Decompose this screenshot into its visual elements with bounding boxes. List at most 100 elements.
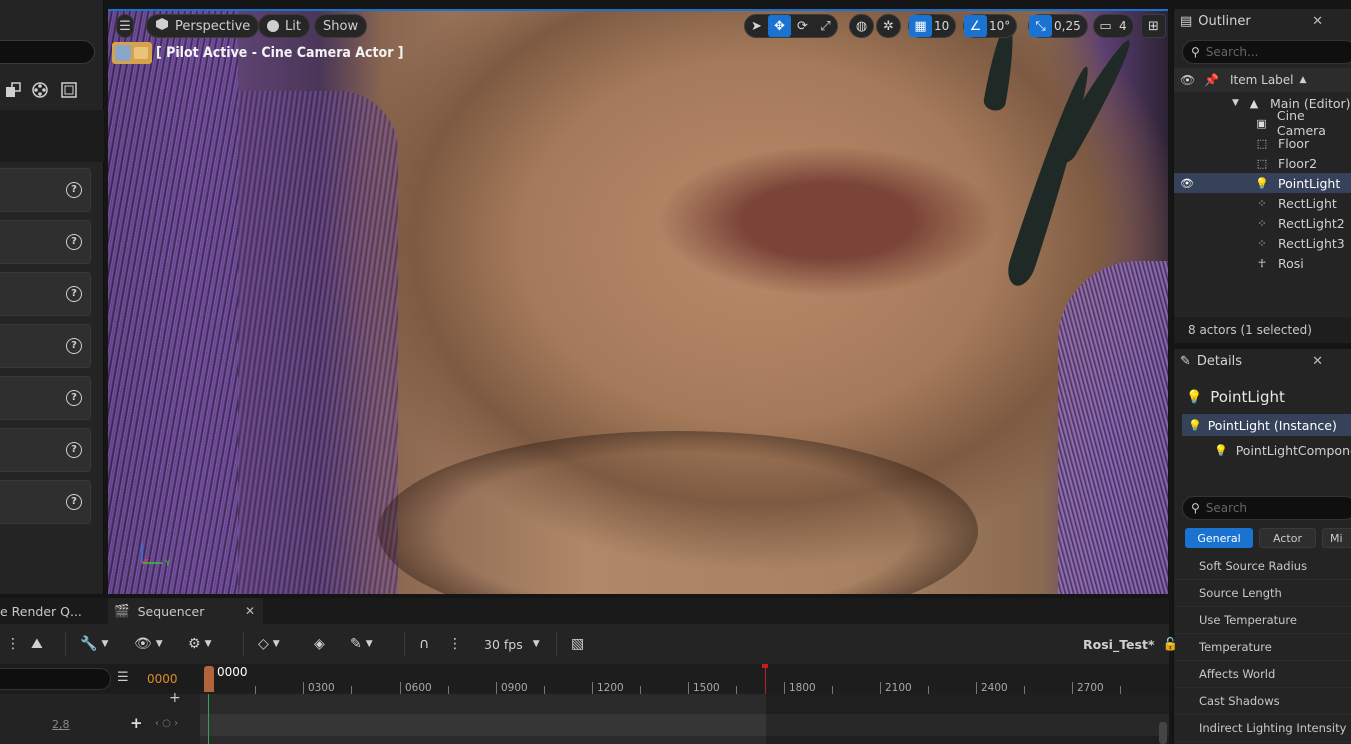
outliner-item[interactable]: ⁘ RectLight2 <box>1174 213 1351 233</box>
help-icon[interactable]: ? <box>66 442 82 458</box>
auto-key-icon[interactable]: ◈ <box>314 634 325 654</box>
curve-editor-icon[interactable]: ▧ <box>571 634 584 654</box>
scale-icon[interactable]: ⤢ <box>814 15 837 37</box>
left-panel-row[interactable]: ? <box>0 376 91 420</box>
expand-arrow-icon[interactable]: ▼ <box>1232 98 1246 108</box>
perspective-button[interactable]: Perspective <box>146 14 260 38</box>
film-reel-icon[interactable] <box>29 79 51 101</box>
property-row[interactable]: Cast Shadows <box>1174 688 1351 715</box>
actor-to-sequencer-icon[interactable]: ⛰ <box>31 634 43 654</box>
help-icon[interactable]: ? <box>66 182 82 198</box>
timeline-header-row: ☰ 0000 + 0000 0300 0600 0900 1200 1500 1… <box>0 664 1169 706</box>
playhead-handle[interactable] <box>204 666 214 692</box>
snap-icon[interactable] <box>2 79 24 101</box>
ruler-label: 2400 <box>981 682 1008 694</box>
outliner-tab[interactable]: ▤ Outliner ✕ <box>1174 9 1351 33</box>
property-row[interactable]: Soft Source Radius <box>1174 553 1351 580</box>
component-tree-selected[interactable]: 💡 PointLight (Instance) <box>1182 414 1351 436</box>
left-panel-row[interactable]: ? <box>0 480 91 524</box>
help-icon[interactable]: ? <box>66 286 82 302</box>
filter-tab-actor[interactable]: Actor <box>1259 528 1316 548</box>
details-search-input[interactable]: ⚲ Search <box>1182 496 1351 520</box>
component-tree-child[interactable]: 💡 PointLightComponen <box>1214 439 1351 461</box>
tab-sequencer[interactable]: 🎬 Sequencer ✕ <box>108 598 263 624</box>
visibility-header-icon[interactable]: 👁 <box>1180 73 1196 87</box>
filter-icon[interactable]: ☰ <box>117 670 129 685</box>
close-icon[interactable]: ✕ <box>1312 14 1323 29</box>
eject-pilot-icon[interactable] <box>112 42 152 64</box>
track-lane-area[interactable] <box>200 694 1169 744</box>
sequencer-toolbar: ⋮ ⛰ 🔧 ▼ 👁 ▼ ⚙ ▼ ◇ ▼ ◈ ✎ ▼ ∩ ⋮ 30 fps ▼ ▧… <box>0 624 1178 664</box>
filter-tab-misc[interactable]: Mi <box>1322 528 1351 548</box>
grid-snap-group[interactable]: ▦ 10 <box>908 14 957 38</box>
fps-dropdown[interactable]: 30 fps ▼ <box>484 634 540 654</box>
rotation-snap-group[interactable]: ∠ 10° <box>963 14 1018 38</box>
eye-icon[interactable]: 👁 ▼ <box>134 634 163 654</box>
help-icon[interactable]: ? <box>66 494 82 510</box>
left-panel-row[interactable]: ? <box>0 428 91 472</box>
property-row[interactable]: Use Temperature <box>1174 607 1351 634</box>
visibility-eye-icon[interactable]: 👁 <box>1180 177 1196 190</box>
add-key-icon[interactable]: + <box>130 714 143 732</box>
magnet-snap-icon[interactable]: ∩ <box>419 634 429 654</box>
time-ruler[interactable]: 0000 0300 0600 0900 1200 1500 1800 2100 … <box>200 664 1169 694</box>
select-cursor-icon[interactable]: ➤ <box>745 15 768 37</box>
left-panel-row[interactable]: ? <box>0 220 91 264</box>
outliner-column-header: 👁 📌 Item Label ▲ <box>1174 68 1351 92</box>
skeleton-icon: ☥ <box>1257 256 1267 270</box>
camera-speed-group[interactable]: ▭ 4 <box>1093 14 1134 38</box>
left-search-input[interactable] <box>0 40 95 64</box>
help-icon[interactable]: ? <box>66 390 82 406</box>
filter-tab-general[interactable]: General <box>1185 528 1253 548</box>
snap-options-icon[interactable]: ⋮ <box>448 634 462 654</box>
current-frame-field[interactable]: 0000 <box>147 672 178 686</box>
track-value[interactable]: 2,8 <box>52 718 70 731</box>
help-icon[interactable]: ? <box>66 234 82 250</box>
track-filter-input[interactable] <box>0 668 111 690</box>
add-track-icon[interactable]: + <box>169 690 181 706</box>
edit-pencil-icon[interactable]: ✎ ▼ <box>350 634 373 654</box>
key-diamond-icon[interactable]: ◇ ▼ <box>258 634 280 654</box>
show-button[interactable]: Show <box>314 14 368 38</box>
outliner-item[interactable]: ⁘ RectLight3 <box>1174 233 1351 253</box>
outliner-item[interactable]: ⁘ RectLight <box>1174 193 1351 213</box>
close-icon[interactable]: ✕ <box>245 604 255 618</box>
details-tab[interactable]: ✎ Details ✕ <box>1174 349 1351 373</box>
left-panel-row[interactable]: ? <box>0 272 91 316</box>
rotate-icon[interactable]: ⟳ <box>791 15 814 37</box>
lock-icon[interactable]: 🔓 <box>1162 636 1178 652</box>
viewport-menu-button[interactable]: ☰ <box>116 14 134 38</box>
outliner-item[interactable]: ⬚ Floor2 <box>1174 153 1351 173</box>
surface-snap-toggle[interactable]: ✲ <box>876 14 901 38</box>
property-row[interactable]: Indirect Lighting Intensity <box>1174 715 1351 742</box>
level-viewport[interactable]: ☰ Perspective Lit Show ➤ ✥ ⟳ ⤢ ◍ ✲ ▦ 10 … <box>108 9 1168 594</box>
more-options-icon[interactable]: ⋮ <box>6 634 20 654</box>
tab-render-queue[interactable]: e Render Q... <box>0 598 104 624</box>
outliner-item[interactable]: ☥ Rosi <box>1174 253 1351 273</box>
close-icon[interactable]: ✕ <box>1312 354 1323 369</box>
property-row[interactable]: Affects World <box>1174 661 1351 688</box>
pin-header-icon[interactable]: 📌 <box>1204 73 1220 87</box>
outliner-item-selected[interactable]: 👁 💡 PointLight <box>1174 173 1351 193</box>
property-row[interactable]: Temperature <box>1174 634 1351 661</box>
window-icon[interactable] <box>58 79 80 101</box>
outliner-item[interactable]: ⬚ Floor <box>1174 133 1351 153</box>
lit-button[interactable]: Lit <box>258 14 310 38</box>
key-navigation-icon[interactable]: ‹ ○ › <box>155 718 178 729</box>
viewport-layout-button[interactable]: ⊞ <box>1141 14 1166 38</box>
outliner-search-input[interactable]: ⚲ Search... <box>1182 40 1351 64</box>
outliner-item[interactable]: ▣ Cine Camera <box>1174 108 1351 138</box>
wrench-icon[interactable]: 🔧 ▼ <box>80 634 108 654</box>
camera-speed-value: 4 <box>1119 19 1127 33</box>
scale-snap-group[interactable]: ⤡ 0,25 <box>1028 14 1088 38</box>
world-local-toggle[interactable]: ◍ <box>849 14 874 38</box>
property-row[interactable]: Source Length <box>1174 580 1351 607</box>
chevron-down-icon: ▼ <box>532 639 540 649</box>
vertical-scrollbar[interactable] <box>1159 722 1167 744</box>
item-label-column[interactable]: Item Label <box>1230 73 1294 87</box>
translate-icon[interactable]: ✥ <box>768 15 791 37</box>
left-panel-row[interactable]: ? <box>0 168 91 212</box>
left-panel-row[interactable]: ? <box>0 324 91 368</box>
playback-options-icon[interactable]: ⚙ ▼ <box>188 634 211 654</box>
help-icon[interactable]: ? <box>66 338 82 354</box>
